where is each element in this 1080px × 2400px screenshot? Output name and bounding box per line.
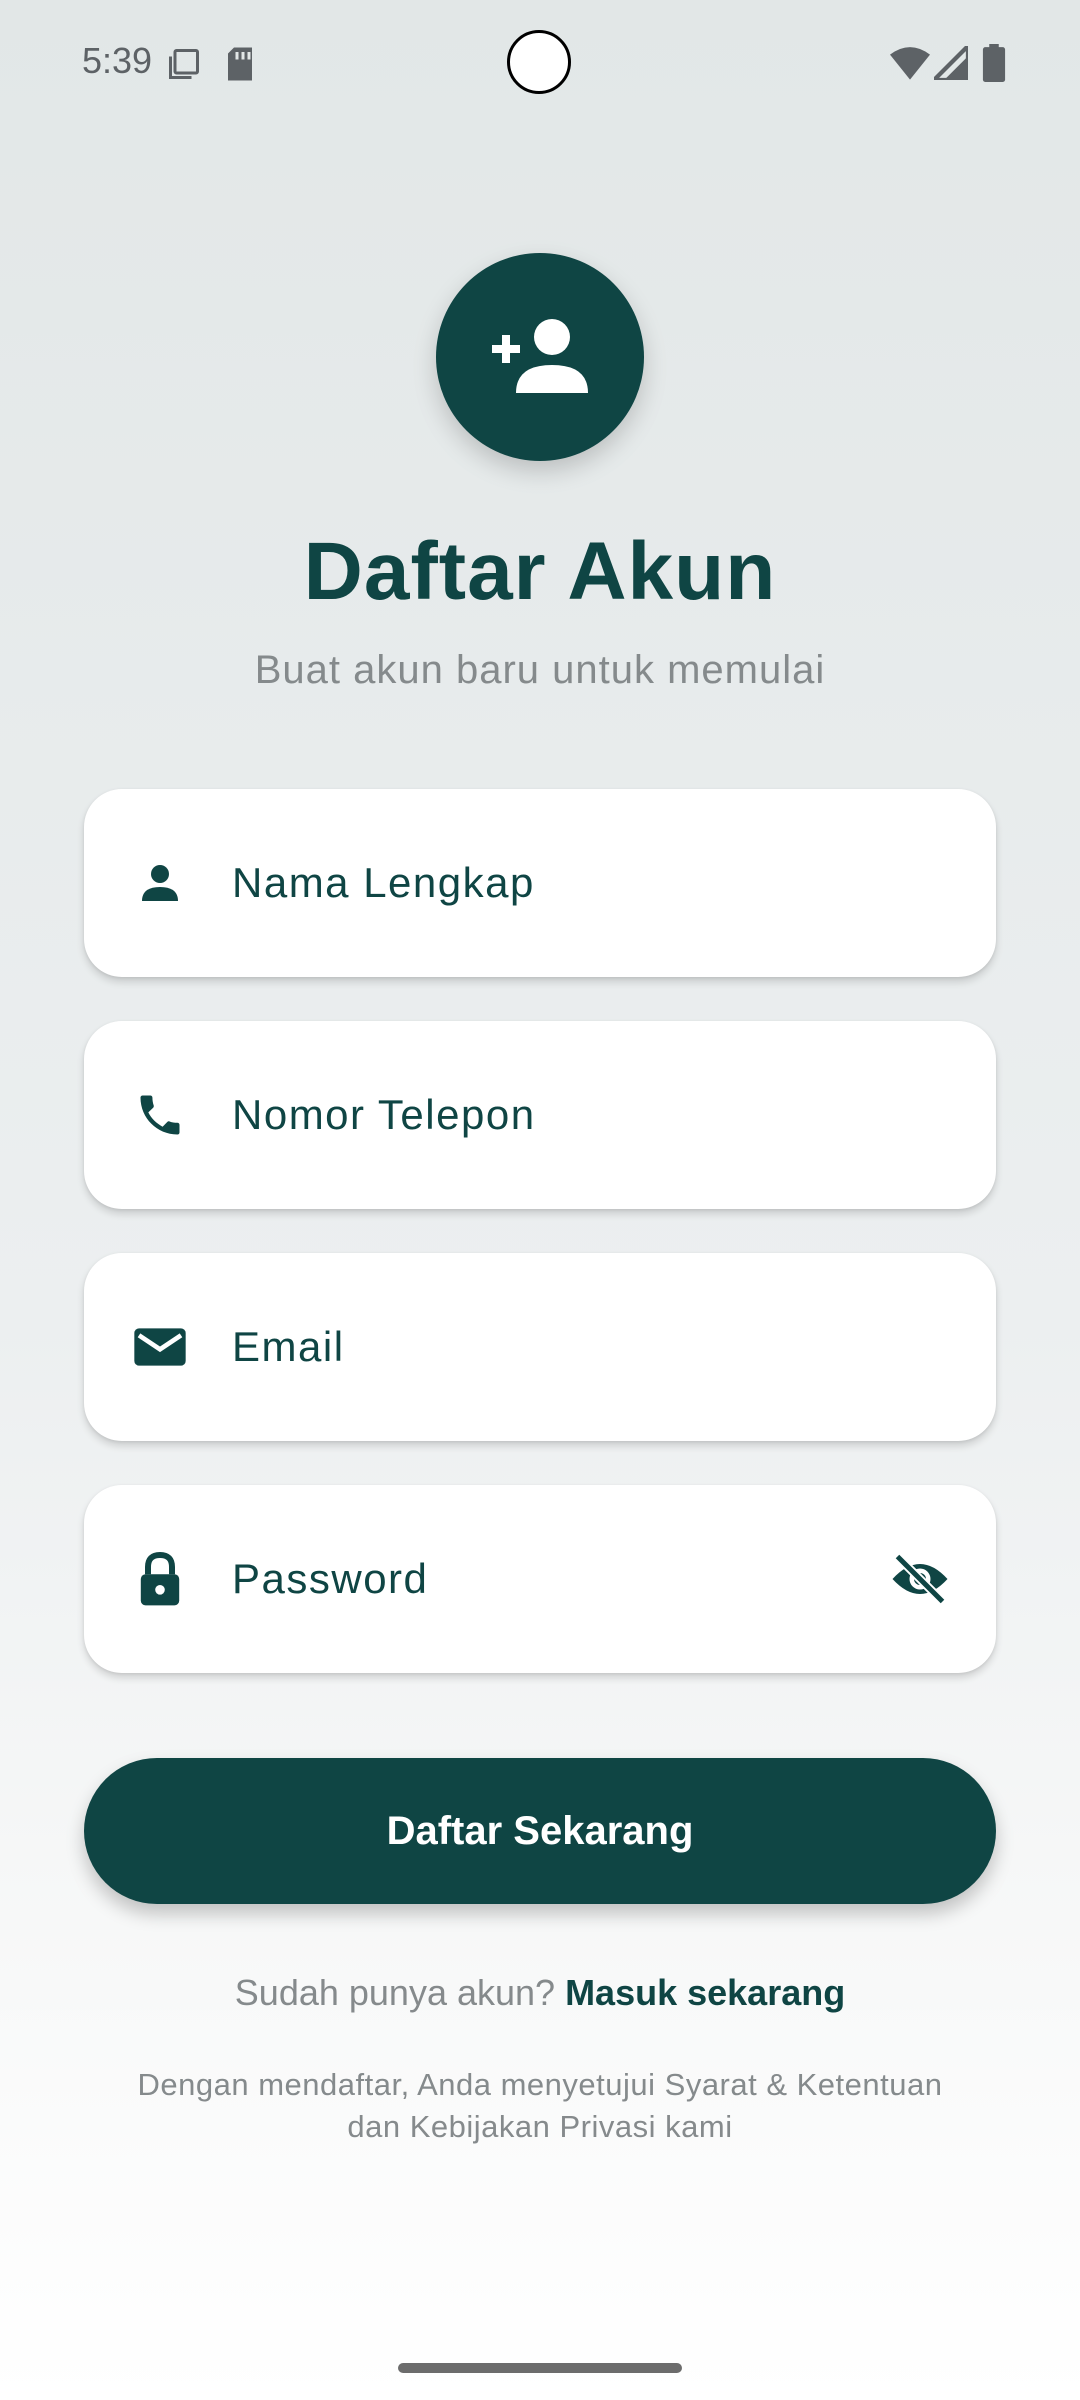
terms-notice: Dengan mendaftar, Anda menyetujui Syarat… bbox=[90, 2064, 990, 2148]
person-icon bbox=[132, 855, 188, 911]
terms-line-2: dan Kebijakan Privasi kami bbox=[347, 2109, 733, 2144]
status-bar: 5:39 bbox=[0, 0, 1080, 130]
login-prompt: Sudah punya akun? Masuk sekarang bbox=[0, 1972, 1080, 2014]
password-input[interactable] bbox=[232, 1485, 852, 1673]
person-add-icon bbox=[488, 313, 592, 402]
phone-icon bbox=[132, 1087, 188, 1143]
page-subtitle: Buat akun baru untuk memulai bbox=[254, 648, 826, 692]
page-title: Daftar Akun bbox=[303, 526, 777, 617]
phone-field[interactable] bbox=[84, 1021, 996, 1209]
phone-input[interactable] bbox=[232, 1021, 912, 1209]
password-field[interactable] bbox=[84, 1485, 996, 1673]
login-link[interactable]: Masuk sekarang bbox=[565, 1972, 845, 2013]
sd-card-icon bbox=[224, 46, 256, 87]
full-name-field[interactable] bbox=[84, 789, 996, 977]
home-indicator[interactable] bbox=[398, 2363, 682, 2373]
screenshot-icon bbox=[166, 46, 202, 87]
visibility-off-icon[interactable] bbox=[888, 1547, 952, 1611]
lock-icon bbox=[132, 1551, 188, 1607]
email-input[interactable] bbox=[232, 1253, 912, 1441]
full-name-input[interactable] bbox=[232, 789, 912, 977]
battery-icon bbox=[982, 44, 1006, 87]
login-prompt-text: Sudah punya akun? bbox=[234, 1972, 566, 2013]
register-button[interactable]: Daftar Sekarang bbox=[84, 1758, 996, 1904]
terms-line-1: Dengan mendaftar, Anda menyetujui Syarat… bbox=[137, 2067, 943, 2102]
status-time: 5:39 bbox=[82, 40, 153, 81]
register-avatar bbox=[436, 253, 644, 461]
mail-icon bbox=[132, 1319, 188, 1375]
email-field[interactable] bbox=[84, 1253, 996, 1441]
front-camera bbox=[507, 30, 571, 94]
wifi-icon bbox=[890, 46, 930, 85]
cellular-signal-icon bbox=[928, 40, 971, 85]
